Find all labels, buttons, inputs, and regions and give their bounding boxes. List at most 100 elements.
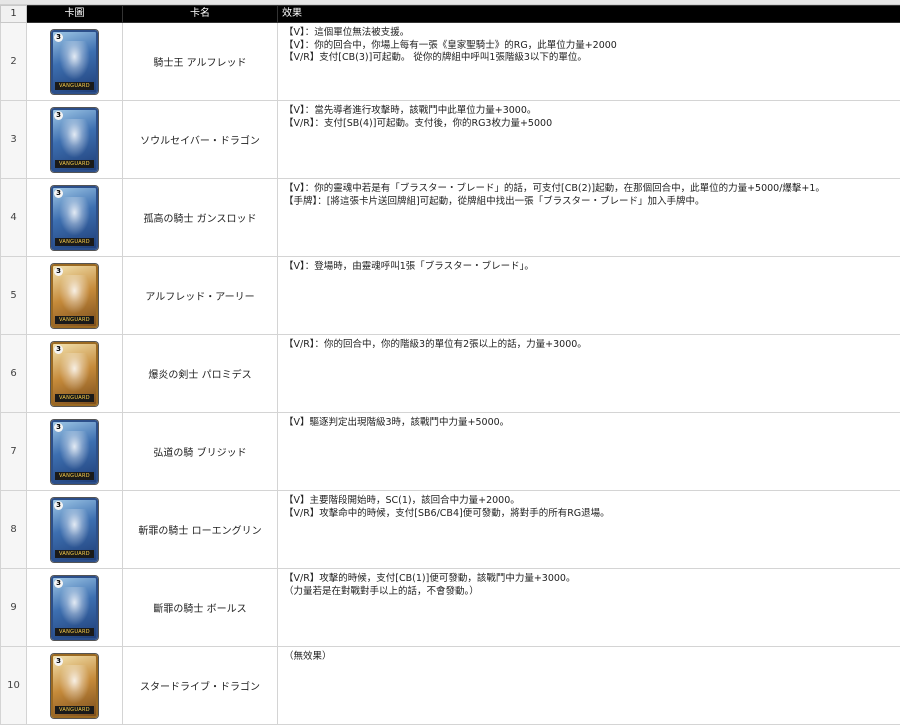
- row-number[interactable]: 5: [1, 257, 27, 335]
- card-image: 3 VANGUARD: [51, 420, 98, 484]
- spreadsheet: 1 卡圖 卡名 效果 2 3 VANGUARD 騎士王 アルフレッド 【V】：這…: [0, 0, 900, 692]
- table-row: 5 3 VANGUARD アルフレッド・アーリー 【V】：登場時，由靈魂呼叫1張…: [1, 257, 900, 335]
- card-name[interactable]: 弘道の騎 ブリジッド: [123, 413, 278, 491]
- row-number[interactable]: 9: [1, 569, 27, 647]
- effect-line: 【V/R】攻擊命中的時候，支付[SB6/CB4]便可發動，將對手的所有RG退場。: [284, 508, 900, 521]
- row-number[interactable]: 3: [1, 101, 27, 179]
- card-image: 3 VANGUARD: [51, 30, 98, 94]
- card-band: VANGUARD: [55, 550, 94, 558]
- card-band: VANGUARD: [55, 82, 94, 90]
- card-band: VANGUARD: [55, 238, 94, 246]
- effect-line: 【V/R】：你的回合中，你的階級3的單位有2張以上的話，力量+3000。: [284, 339, 900, 352]
- card-band: VANGUARD: [55, 394, 94, 402]
- card-name[interactable]: 斷罪の騎士 ボールス: [123, 569, 278, 647]
- card-image-cell[interactable]: 3 VANGUARD: [27, 569, 123, 647]
- row-number[interactable]: 2: [1, 23, 27, 101]
- effect-line: 【V】主要階段開始時，SC(1)，該回合中力量+2000。: [284, 495, 900, 508]
- header-card-image[interactable]: 卡圖: [27, 6, 123, 23]
- card-effect[interactable]: 【V】：這個單位無法被支援。【V】：你的回合中，你場上每有一張《皇家聖騎士》的R…: [278, 23, 900, 101]
- table-row: 4 3 VANGUARD 孤高の騎士 ガンスロッド 【V】：你的靈魂中若是有「ブ…: [1, 179, 900, 257]
- card-image: 3 VANGUARD: [51, 264, 98, 328]
- card-effect[interactable]: 【V】：當先導者進行攻擊時，該戰鬥中此單位力量+3000。【V/R】：支付[SB…: [278, 101, 900, 179]
- table-row: 7 3 VANGUARD 弘道の騎 ブリジッド 【V】驅逐判定出現階級3時，該戰…: [1, 413, 900, 491]
- card-image: 3 VANGUARD: [51, 342, 98, 406]
- card-effect[interactable]: （無效果）: [278, 647, 900, 725]
- effect-line: 【V】驅逐判定出現階級3時，該戰鬥中力量+5000。: [284, 417, 900, 430]
- table-row: 6 3 VANGUARD 爆炎の剣士 パロミデス 【V/R】：你的回合中，你的階…: [1, 335, 900, 413]
- card-grade-badge: 3: [54, 501, 63, 510]
- card-table: 1 卡圖 卡名 效果 2 3 VANGUARD 騎士王 アルフレッド 【V】：這…: [0, 5, 900, 725]
- card-grade-badge: 3: [54, 423, 63, 432]
- card-image: 3 VANGUARD: [51, 576, 98, 640]
- table-row: 9 3 VANGUARD 斷罪の騎士 ボールス 【V/R】攻擊的時候，支付[CB…: [1, 569, 900, 647]
- effect-line: 【V】：登場時，由靈魂呼叫1張「ブラスター・ブレード」。: [284, 261, 900, 274]
- card-image: 3 VANGUARD: [51, 498, 98, 562]
- row-number[interactable]: 7: [1, 413, 27, 491]
- header-effect[interactable]: 效果: [278, 6, 900, 23]
- card-band: VANGUARD: [55, 160, 94, 168]
- card-band: VANGUARD: [55, 316, 94, 324]
- card-art: [59, 509, 90, 548]
- card-grade-badge: 3: [54, 579, 63, 588]
- card-art: [59, 353, 90, 392]
- card-grade-badge: 3: [54, 189, 63, 198]
- card-image-cell[interactable]: 3 VANGUARD: [27, 647, 123, 725]
- card-image-cell[interactable]: 3 VANGUARD: [27, 257, 123, 335]
- row-number[interactable]: 6: [1, 335, 27, 413]
- effect-line: 【V/R】攻擊的時候，支付[CB(1)]便可發動，該戰鬥中力量+3000。: [284, 573, 900, 586]
- card-image-cell[interactable]: 3 VANGUARD: [27, 413, 123, 491]
- effect-line: 【V/R】支付[CB(3)]可起動。 從你的牌組中呼叫1張階級3以下的單位。: [284, 52, 900, 65]
- card-image-cell[interactable]: 3 VANGUARD: [27, 335, 123, 413]
- effect-line: 【V】：你的靈魂中若是有「ブラスター・ブレード」的話，可支付[CB(2)]起動，…: [284, 183, 900, 196]
- card-effect[interactable]: 【V】：你的靈魂中若是有「ブラスター・ブレード」的話，可支付[CB(2)]起動，…: [278, 179, 900, 257]
- table-row: 10 3 VANGUARD スタードライブ・ドラゴン （無效果）: [1, 647, 900, 725]
- card-art: [59, 119, 90, 158]
- card-effect[interactable]: 【V】主要階段開始時，SC(1)，該回合中力量+2000。【V/R】攻擊命中的時…: [278, 491, 900, 569]
- card-band: VANGUARD: [55, 706, 94, 714]
- table-row: 3 3 VANGUARD ソウルセイバー・ドラゴン 【V】：當先導者進行攻擊時，…: [1, 101, 900, 179]
- row-number[interactable]: 4: [1, 179, 27, 257]
- card-name[interactable]: アルフレッド・アーリー: [123, 257, 278, 335]
- card-effect[interactable]: 【V/R】：你的回合中，你的階級3的單位有2張以上的話，力量+3000。: [278, 335, 900, 413]
- card-effect[interactable]: 【V/R】攻擊的時候，支付[CB(1)]便可發動，該戰鬥中力量+3000。（力量…: [278, 569, 900, 647]
- card-band: VANGUARD: [55, 472, 94, 480]
- card-image: 3 VANGUARD: [51, 654, 98, 718]
- header-row: 1 卡圖 卡名 效果: [1, 6, 900, 23]
- card-grade-badge: 3: [54, 267, 63, 276]
- table-row: 2 3 VANGUARD 騎士王 アルフレッド 【V】：這個單位無法被支援。【V…: [1, 23, 900, 101]
- card-grade-badge: 3: [54, 111, 63, 120]
- card-grade-badge: 3: [54, 345, 63, 354]
- header-card-name[interactable]: 卡名: [123, 6, 278, 23]
- card-art: [59, 587, 90, 626]
- card-image-cell[interactable]: 3 VANGUARD: [27, 23, 123, 101]
- card-grade-badge: 3: [54, 33, 63, 42]
- row-number[interactable]: 10: [1, 647, 27, 725]
- card-name[interactable]: 爆炎の剣士 パロミデス: [123, 335, 278, 413]
- effect-line: 【手牌】：[將這張卡片送回牌組]可起動，從牌組中找出一張「ブラスター・ブレード」…: [284, 196, 900, 209]
- effect-line: （無效果）: [284, 651, 900, 664]
- card-name[interactable]: 孤高の騎士 ガンスロッド: [123, 179, 278, 257]
- card-art: [59, 197, 90, 236]
- effect-line: 【V】：這個單位無法被支援。: [284, 27, 900, 40]
- card-effect[interactable]: 【V】驅逐判定出現階級3時，該戰鬥中力量+5000。: [278, 413, 900, 491]
- card-image-cell[interactable]: 3 VANGUARD: [27, 491, 123, 569]
- card-name[interactable]: スタードライブ・ドラゴン: [123, 647, 278, 725]
- row-number[interactable]: 1: [1, 6, 27, 23]
- card-art: [59, 431, 90, 470]
- card-grade-badge: 3: [54, 657, 63, 666]
- card-name[interactable]: 騎士王 アルフレッド: [123, 23, 278, 101]
- effect-line: 【V】：當先導者進行攻擊時，該戰鬥中此單位力量+3000。: [284, 105, 900, 118]
- card-image: 3 VANGUARD: [51, 186, 98, 250]
- effect-line: 【V/R】：支付[SB(4)]可起動。支付後，你的RG3枚力量+5000: [284, 118, 900, 131]
- card-effect[interactable]: 【V】：登場時，由靈魂呼叫1張「ブラスター・ブレード」。: [278, 257, 900, 335]
- card-image-cell[interactable]: 3 VANGUARD: [27, 101, 123, 179]
- card-image-cell[interactable]: 3 VANGUARD: [27, 179, 123, 257]
- card-name[interactable]: ソウルセイバー・ドラゴン: [123, 101, 278, 179]
- card-name[interactable]: 斬罪の騎士 ローエングリン: [123, 491, 278, 569]
- card-image: 3 VANGUARD: [51, 108, 98, 172]
- effect-line: （力量若是在對戰對手以上的話，不會發動。）: [284, 586, 900, 599]
- effect-line: 【V】：你的回合中，你場上每有一張《皇家聖騎士》的RG，此單位力量+2000: [284, 40, 900, 53]
- row-number[interactable]: 8: [1, 491, 27, 569]
- card-band: VANGUARD: [55, 628, 94, 636]
- table-row: 8 3 VANGUARD 斬罪の騎士 ローエングリン 【V】主要階段開始時，SC…: [1, 491, 900, 569]
